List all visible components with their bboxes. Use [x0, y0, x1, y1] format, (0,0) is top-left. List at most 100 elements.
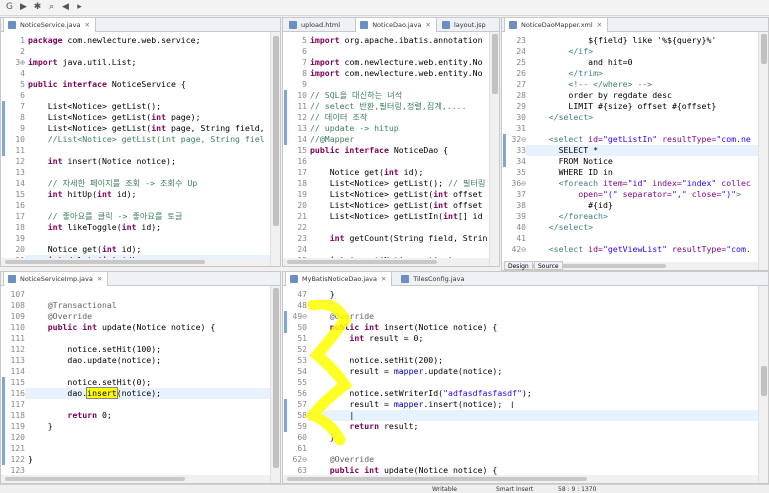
code-line[interactable]: public int update(Notice notice) { [28, 322, 216, 333]
code-line[interactable]: SELECT * [529, 145, 598, 156]
run-icon[interactable]: ▶ [18, 2, 29, 13]
code-line[interactable]: @Override [310, 454, 374, 465]
code-line[interactable]: <!-- </where> --> [529, 79, 652, 90]
code-line[interactable]: import com.newlecture.web.entity.No [310, 68, 483, 79]
editor-mode-tab[interactable]: Source [534, 261, 563, 270]
horizontal-scrollbar[interactable] [1, 258, 270, 266]
code-line[interactable]: WHERE ID in [529, 167, 613, 178]
code-line[interactable]: result = mapper.update(notice); [310, 366, 502, 377]
code-line[interactable]: Notice get(int id); [310, 167, 424, 178]
code-line[interactable]: import java.util.List; [28, 57, 136, 68]
code-line[interactable]: //@Mapper [310, 134, 354, 145]
code-line[interactable]: // SQL을 대신하는 녀석 [310, 90, 402, 101]
code-line[interactable]: </select> [529, 112, 593, 123]
code-line[interactable]: } [28, 454, 33, 465]
code-line[interactable]: notice.setHit(200); [310, 355, 443, 366]
editor-tab[interactable]: upload.html [285, 18, 345, 32]
horizontal-scrollbar[interactable] [283, 475, 758, 483]
code-line[interactable]: </trim> [529, 68, 603, 79]
code-line[interactable]: //List<Notice> getList(int page, String … [28, 134, 265, 145]
code-line[interactable]: import com.newlecture.web.entity.No [310, 57, 483, 68]
editor-tab[interactable]: MyBatisNoticeDao.java ✕ [285, 272, 393, 286]
code-line[interactable]: order by regdate desc [529, 90, 672, 101]
scroll-thumb[interactable] [287, 260, 437, 264]
code-line[interactable]: List<Notice> getListIn(int[] id [310, 211, 483, 222]
scroll-thumb[interactable] [287, 477, 587, 481]
code-line[interactable]: Notice get(int id); [28, 244, 142, 255]
editor-tab[interactable]: TilesConfig.java [397, 272, 469, 286]
code-line[interactable]: @Override [310, 311, 374, 322]
code-line[interactable]: and hit=0 [529, 57, 632, 68]
editor-tab[interactable]: NoticeServiceImp.java ✕ [3, 272, 109, 286]
code-line[interactable]: int insert(Notice notice); [28, 156, 176, 167]
code-line[interactable]: <foreach item="id" index="index" collec [529, 178, 751, 189]
code-line[interactable]: @Override [28, 311, 92, 322]
code-line[interactable]: public int insert(Notice notice) { [310, 322, 498, 333]
nav-back-icon[interactable]: ◀ [60, 2, 71, 13]
close-icon[interactable]: ✕ [426, 21, 431, 29]
code-line[interactable]: LIMIT #{size} offset #{offset} [529, 101, 716, 112]
editor-pane-mybatis-dao[interactable]: MyBatisNoticeDao.java ✕ TilesConfig.java 47… [282, 271, 769, 484]
code-line[interactable]: notice.setHit(0); [28, 377, 151, 388]
code-line[interactable]: List<Notice> getList(int offset [310, 189, 483, 200]
code-line[interactable]: return result; [310, 421, 418, 432]
close-icon[interactable]: ✕ [381, 275, 386, 283]
code-line[interactable]: open="(" separator="," close=")"> [529, 189, 741, 200]
code-line[interactable]: notice.setWriterId("adfasdfasfasdf"); [310, 388, 531, 399]
code-line[interactable]: | [310, 410, 354, 421]
editor-tab[interactable]: NoticeDao.java ✕ [355, 18, 437, 32]
code-line[interactable]: int hitUp(int id); [28, 189, 137, 200]
code-line[interactable]: List<Notice> getList(); // 필터링 [310, 178, 486, 189]
code-line[interactable]: <select id="getViewList" resultType="com… [529, 244, 751, 255]
vertical-scrollbar[interactable] [270, 32, 280, 266]
code-line[interactable]: // 자세한 페이지를 조회 -> 조회수 Up [28, 178, 198, 189]
code-line[interactable]: ${field} like '%${query}%' [529, 35, 716, 46]
horizontal-scrollbar[interactable] [283, 258, 489, 266]
code-line[interactable]: result = mapper.insert(notice); [310, 399, 502, 410]
scroll-thumb[interactable] [273, 36, 279, 226]
horizontal-scrollbar[interactable] [1, 475, 270, 483]
scroll-thumb[interactable] [5, 260, 205, 264]
vertical-scrollbar[interactable] [758, 32, 768, 270]
editor-pane-dao-mapper-xml[interactable]: NoticeDaoMapper.xml ✕ 23 ${field} like '%$… [501, 17, 769, 271]
code-line[interactable]: #{id} [529, 200, 613, 211]
code-line[interactable]: } [310, 432, 335, 443]
code-line[interactable]: return 0; [28, 410, 111, 421]
code-line[interactable]: package com.newlecture.web.service; [28, 35, 201, 46]
scroll-thumb[interactable] [273, 288, 279, 468]
code-line[interactable]: dao.update(notice); [28, 355, 161, 366]
code-line[interactable]: List<Notice> getList(int page); [28, 112, 201, 123]
code-line[interactable]: List<Notice> getList(int offset [310, 200, 483, 211]
close-icon[interactable]: ✕ [84, 21, 89, 29]
editor-pane-notice-dao[interactable]: upload.html NoticeDao.java ✕ layout.jsp 5 imp… [282, 17, 500, 267]
editor-pane-service-impl[interactable]: NoticeServiceImp.java ✕ 107 108 @Transactio… [0, 271, 281, 484]
code-line[interactable]: // select 반환,필터링,정렬,집계,.... [310, 101, 467, 112]
editor-tab[interactable]: NoticeService.java ✕ [3, 18, 96, 32]
vertical-scrollbar[interactable] [489, 32, 499, 266]
code-line[interactable]: dao.insert(notice); [28, 387, 161, 399]
nav-forward-icon[interactable]: ▸ [74, 2, 85, 13]
code-line[interactable]: int result = 0; [310, 333, 423, 344]
scroll-thumb[interactable] [761, 34, 767, 64]
code-line[interactable]: // 좋아요를 클릭 -> 좋아요를 토글 [28, 211, 183, 222]
debug-icon[interactable]: ✱ [32, 2, 43, 13]
g-icon[interactable]: G [4, 2, 15, 13]
code-line[interactable]: @Transactional [28, 300, 117, 311]
code-line[interactable]: // update -> hitup [310, 123, 399, 134]
code-line[interactable]: </if> [529, 46, 593, 57]
scroll-thumb[interactable] [5, 477, 185, 481]
scroll-thumb[interactable] [761, 366, 767, 396]
scroll-thumb[interactable] [492, 34, 498, 94]
code-line[interactable]: List<Notice> getList(); [28, 101, 161, 112]
code-line[interactable]: public interface NoticeDao { [310, 145, 448, 156]
code-line[interactable]: int likeToggle(int id); [28, 222, 161, 233]
code-line[interactable]: import org.apache.ibatis.annotation [310, 35, 483, 46]
search-icon[interactable]: ⌕ [46, 2, 57, 13]
code-line[interactable]: // 데이터 조작 [310, 112, 367, 123]
vertical-scrollbar[interactable] [270, 286, 280, 483]
code-line[interactable]: </select> [529, 222, 593, 233]
editor-tab[interactable]: NoticeDaoMapper.xml ✕ [504, 18, 609, 32]
editor-mode-tab[interactable]: Design [504, 261, 533, 270]
code-line[interactable]: List<Notice> getList(int page, String fi… [28, 123, 265, 134]
code-line[interactable]: public interface NoticeService { [28, 79, 186, 90]
